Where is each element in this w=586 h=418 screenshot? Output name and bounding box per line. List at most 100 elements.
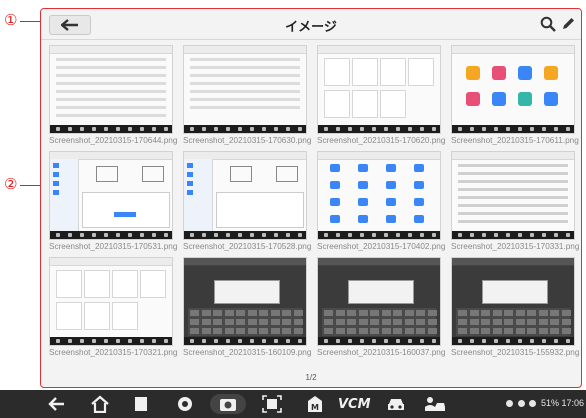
- thumbnail-detail: [360, 339, 364, 343]
- thumbnail-detail: [274, 233, 278, 237]
- thumbnail-detail: [542, 127, 546, 131]
- nav-vcm-button[interactable]: VCM: [338, 394, 371, 414]
- thumbnail-detail: [452, 152, 574, 160]
- location-icon: [506, 400, 514, 408]
- thumbnail-detail: [347, 310, 356, 316]
- thumbnail-detail: [504, 328, 513, 334]
- status-area: 51% 17:06: [506, 398, 584, 408]
- images-app-window: イメージ Screenshot_20210315-170644.png Scree…: [40, 8, 582, 388]
- thumbnail-navbar: [452, 125, 574, 133]
- thumbnail-detail: [128, 233, 132, 237]
- thumbnail-detail: [274, 127, 278, 131]
- thumbnail-detail: [396, 233, 400, 237]
- nav-back-button[interactable]: [48, 394, 66, 414]
- thumbnail-detail: [348, 280, 414, 304]
- thumbnail-detail: [324, 328, 333, 334]
- thumbnail-detail: [152, 127, 156, 131]
- image-thumbnail[interactable]: Screenshot_20210315-170528.png: [183, 151, 311, 259]
- car-icon: [388, 399, 404, 410]
- thumbnail-detail: [112, 270, 138, 298]
- thumbnail-detail: [384, 127, 388, 131]
- thumbnail-detail: [370, 310, 379, 316]
- thumbnail-detail: [324, 310, 333, 316]
- nav-browser-button[interactable]: [176, 394, 194, 414]
- nav-screen-capture-button[interactable]: [262, 394, 282, 414]
- thumbnail-detail: [347, 328, 356, 334]
- thumbnail-detail: [116, 127, 120, 131]
- thumbnail-filename: Screenshot_20210315-170620.png: [317, 136, 446, 145]
- nav-shop-button[interactable]: M: [306, 394, 324, 414]
- thumbnail-detail: [238, 339, 242, 343]
- thumbnail-navbar: [50, 125, 172, 133]
- thumbnail-detail: [128, 339, 132, 343]
- thumbnail-preview: [183, 45, 307, 134]
- thumbnail-detail: [282, 328, 291, 334]
- thumbnail-detail: [56, 127, 60, 131]
- thumbnail-detail: [201, 319, 211, 325]
- thumbnail-detail: [202, 127, 206, 131]
- image-thumbnail[interactable]: Screenshot_20210315-170620.png: [317, 45, 446, 153]
- thumbnail-detail: [116, 339, 120, 343]
- thumbnail-detail: [214, 233, 218, 237]
- search-icon: [540, 16, 556, 32]
- thumbnail-detail: [184, 46, 306, 54]
- nav-recent-apps-button[interactable]: [134, 394, 148, 414]
- image-thumbnail[interactable]: Screenshot_20210315-170531.png: [49, 151, 177, 259]
- thumbnail-detail: [492, 328, 502, 334]
- home-icon: [91, 395, 109, 413]
- thumbnail-detail: [416, 310, 425, 316]
- thumbnail-detail: [336, 339, 340, 343]
- thumbnail-filename: Screenshot_20210315-170402.png: [317, 242, 446, 251]
- thumbnail-detail: [566, 127, 570, 131]
- nav-car-button[interactable]: [386, 394, 406, 414]
- image-thumbnail[interactable]: Screenshot_20210315-170611.png: [451, 45, 579, 153]
- image-thumbnail[interactable]: Screenshot_20210315-155932.png: [451, 257, 579, 365]
- thumbnail-detail: [140, 127, 144, 131]
- thumbnail-detail: [293, 310, 303, 316]
- thumbnail-detail: [414, 181, 424, 189]
- image-thumbnail[interactable]: Screenshot_20210315-170630.png: [183, 45, 311, 153]
- thumbnail-detail: [336, 127, 340, 131]
- thumbnail-detail: [494, 127, 498, 131]
- thumbnail-detail: [348, 339, 352, 343]
- thumbnail-detail: [330, 198, 340, 206]
- thumbnail-detail: [187, 190, 193, 195]
- thumbnail-detail: [53, 190, 59, 195]
- image-thumbnail[interactable]: Screenshot_20210315-170321.png: [49, 257, 177, 365]
- thumbnail-detail: [140, 339, 144, 343]
- thumbnail-detail: [458, 172, 568, 175]
- thumbnail-detail: [247, 319, 257, 325]
- thumbnail-detail: [286, 233, 290, 237]
- thumbnail-detail: [372, 339, 376, 343]
- search-button[interactable]: [539, 15, 557, 33]
- thumbnail-navbar: [318, 125, 440, 133]
- nav-user-car-button[interactable]: [424, 394, 446, 414]
- thumbnail-detail: [104, 127, 108, 131]
- thumbnail-detail: [226, 127, 230, 131]
- nav-home-button[interactable]: [90, 394, 110, 414]
- nav-camera-button[interactable]: [210, 394, 246, 414]
- sync-icon: [517, 400, 525, 408]
- thumbnail-detail: [82, 192, 170, 228]
- edit-button[interactable]: [559, 15, 577, 33]
- thumbnail-detail: [492, 92, 506, 106]
- thumbnail-detail: [393, 328, 402, 334]
- image-thumbnail[interactable]: Screenshot_20210315-170402.png: [317, 151, 446, 259]
- thumbnail-detail: [324, 90, 350, 118]
- image-thumbnail[interactable]: Screenshot_20210315-170331.png: [451, 151, 579, 259]
- image-thumbnail[interactable]: Screenshot_20210315-160037.png: [317, 257, 445, 365]
- thumbnail-detail: [427, 310, 437, 316]
- thumbnail-detail: [187, 172, 193, 177]
- thumbnail-detail: [515, 310, 525, 316]
- image-thumbnail[interactable]: Screenshot_20210315-170644.png: [49, 45, 177, 153]
- thumbnail-detail: [404, 328, 414, 334]
- svg-text:M: M: [311, 403, 319, 412]
- image-thumbnail[interactable]: Screenshot_20210315-160109.png: [183, 257, 311, 365]
- thumbnail-detail: [213, 319, 222, 325]
- thumbnail-detail: [298, 233, 302, 237]
- thumbnail-detail: [358, 181, 368, 189]
- thumbnail-detail: [318, 258, 440, 266]
- thumbnail-detail: [538, 328, 548, 334]
- thumbnail-detail: [53, 181, 59, 186]
- thumbnail-detail: [56, 98, 166, 101]
